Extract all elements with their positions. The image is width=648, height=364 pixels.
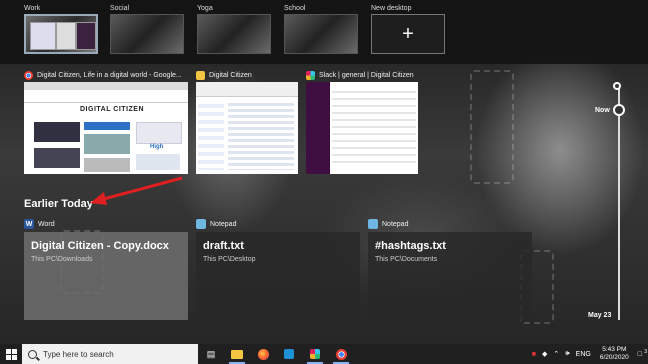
activity-path: This PC\Desktop (203, 256, 256, 263)
language-indicator[interactable]: ENG (573, 351, 594, 358)
window-preview[interactable] (196, 82, 298, 174)
timeline-end-label: May 23 (588, 312, 612, 319)
taskbar-app[interactable] (276, 344, 302, 364)
folder-icon (231, 349, 243, 359)
desktop-thumbnail[interactable] (197, 14, 271, 54)
search-icon (28, 349, 37, 359)
activity-path: This PC\Downloads (31, 256, 93, 263)
desktop-label: School (284, 5, 306, 12)
activity-body[interactable]: draft.txt This PC\Desktop (196, 232, 360, 320)
slack-icon (306, 70, 315, 80)
taskbar-file-explorer[interactable] (224, 344, 250, 364)
activity-app: Notepad (210, 220, 237, 228)
price-tag: High (150, 144, 164, 150)
annotation-arrow (90, 176, 183, 205)
activity-card-notepad-draft[interactable]: Notepad draft.txt This PC\Desktop (196, 216, 360, 320)
notification-center-icon[interactable]: □ 3 (635, 348, 648, 358)
timeline-top-marker (613, 82, 621, 90)
window-header: Digital Citizen (196, 68, 298, 82)
activity-header: Notepad (196, 216, 360, 232)
slack-icon (310, 349, 320, 359)
desktop-work[interactable]: Work (24, 4, 98, 54)
activity-app: Notepad (382, 220, 409, 228)
activity-card-word[interactable]: W Word Digital Citizen - Copy.docx This … (24, 216, 188, 320)
window-title: Digital Citizen, Life in a digital world… (37, 71, 182, 79)
site-brand: DIGITAL CITIZEN (80, 106, 145, 113)
section-title: Earlier Today (24, 198, 93, 210)
window-preview[interactable]: DIGITAL CITIZEN High (24, 82, 188, 174)
system-tray: ■ ◆ ⌃ 🕪 ENG 5:43 PM 6/20/2020 □ 3 (529, 344, 648, 364)
new-desktop-label: New desktop (371, 5, 412, 12)
window-title: Slack | general | Digital Citizen (319, 71, 414, 79)
task-view-icon: ▤ (206, 348, 216, 359)
activity-title: draft.txt (203, 240, 244, 252)
activity-body[interactable]: Digital Citizen - Copy.docx This PC\Down… (24, 232, 188, 320)
taskbar-firefox[interactable] (250, 344, 276, 364)
window-chrome[interactable]: Digital Citizen, Life in a digital world… (24, 68, 188, 174)
taskbar-slack[interactable] (302, 344, 328, 364)
activity-card-notepad-hashtags[interactable]: Notepad #hashtags.txt This PC\Documents (368, 216, 532, 320)
desktop-label: Social (110, 5, 130, 12)
activity-app: Word (38, 220, 55, 228)
desktop-social[interactable]: Social (110, 4, 184, 54)
timeline-track[interactable] (618, 88, 620, 320)
window-header: Slack | general | Digital Citizen (306, 68, 418, 82)
new-desktop-tile[interactable]: + (371, 14, 445, 54)
chevron-up-icon[interactable]: ⌃ (550, 350, 562, 358)
app-icon (284, 349, 294, 359)
search-placeholder: Type here to search (43, 349, 114, 359)
window-file-explorer[interactable]: Digital Citizen (196, 68, 298, 174)
desktop-school[interactable]: School (284, 4, 358, 54)
notification-count: 3 (644, 348, 647, 355)
window-preview[interactable] (306, 82, 418, 174)
virtual-desktops-bar: Work Social Yoga School New desktop + (0, 0, 648, 64)
taskbar-search[interactable]: Type here to search (22, 344, 198, 364)
timeline-handle[interactable] (613, 104, 625, 116)
new-desktop-button[interactable]: New desktop + (371, 4, 445, 54)
clock-date: 6/20/2020 (599, 354, 629, 361)
word-icon: W (24, 219, 34, 229)
chrome-icon (24, 70, 33, 80)
activity-title: Digital Citizen - Copy.docx (31, 240, 169, 252)
desktop-thumbnail[interactable] (24, 14, 98, 54)
window-title: Digital Citizen (209, 71, 252, 79)
clock-time: 5:43 PM (602, 346, 627, 353)
windows-logo-icon (5, 348, 17, 360)
notepad-icon (368, 219, 378, 229)
desktop-yoga[interactable]: Yoga (197, 4, 271, 54)
activity-title: #hashtags.txt (375, 240, 446, 252)
desktop-thumbnail[interactable] (284, 14, 358, 54)
notepad-icon (196, 219, 206, 229)
timeline-now-label: Now (595, 107, 610, 114)
desktop-label: Yoga (197, 5, 213, 12)
desktop-label: Work (24, 5, 41, 12)
activity-header: Notepad (368, 216, 532, 232)
plus-icon: + (402, 23, 414, 45)
taskbar-chrome[interactable] (328, 344, 354, 364)
activity-path: This PC\Documents (375, 256, 438, 263)
task-view-button[interactable]: ▤ (198, 344, 224, 364)
firefox-icon (257, 348, 269, 360)
tray-app-icon[interactable]: ■ (529, 351, 539, 358)
window-slack[interactable]: Slack | general | Digital Citizen (306, 68, 418, 174)
start-button[interactable] (0, 344, 22, 364)
volume-icon[interactable]: 🕪 (562, 350, 572, 358)
window-header: Digital Citizen, Life in a digital world… (24, 68, 188, 82)
taskbar: Type here to search ▤ ■ ◆ ⌃ 🕪 ENG 5:43 P… (0, 344, 648, 364)
activity-header: W Word (24, 216, 188, 232)
chrome-icon (335, 348, 347, 360)
desktop-thumbnail[interactable] (110, 14, 184, 54)
clock[interactable]: 5:43 PM 6/20/2020 (594, 346, 635, 362)
folder-icon (196, 70, 205, 80)
activity-body[interactable]: #hashtags.txt This PC\Documents (368, 232, 532, 320)
dropbox-icon[interactable]: ◆ (539, 350, 550, 358)
